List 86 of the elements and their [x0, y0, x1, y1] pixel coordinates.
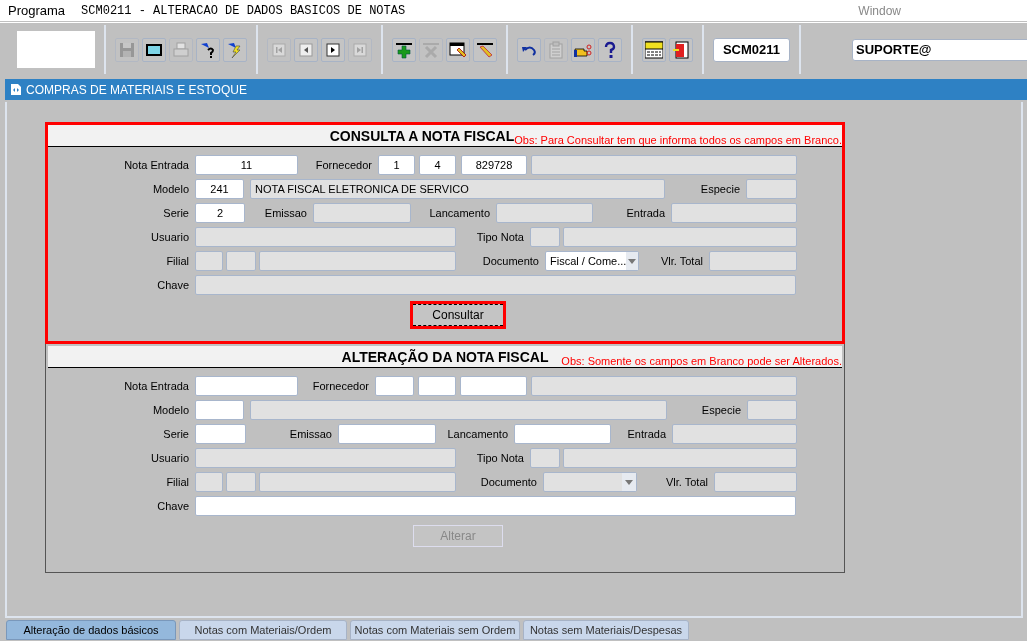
input-field[interactable] [195, 376, 298, 396]
section-title: CONSULTA A NOTA FISCAL [329, 128, 515, 146]
field-label: Serie [162, 207, 189, 219]
field-label: Emissao [263, 207, 307, 219]
section-title: ALTERAÇÃO DA NOTA FISCAL [341, 349, 549, 367]
field-label: Modelo [151, 183, 189, 195]
toolbar-button[interactable] [196, 37, 220, 62]
menu-icon [645, 40, 663, 59]
input-field[interactable]: 4 [419, 155, 456, 175]
input-field[interactable] [418, 376, 456, 396]
field-label: Filial [165, 255, 189, 267]
printer-icon [172, 40, 190, 59]
clipboard-icon [547, 40, 565, 59]
input-field[interactable] [195, 400, 244, 420]
toolbar-button[interactable] [392, 37, 416, 62]
toolbar-button[interactable] [142, 37, 166, 62]
input-field[interactable] [460, 376, 527, 396]
field-label: Fornecedor [311, 380, 369, 392]
input-field[interactable] [338, 424, 436, 444]
field-label: Especie [700, 404, 741, 416]
query-button[interactable]: Consultar [413, 304, 503, 326]
field-label: Usuario [150, 231, 189, 243]
lightning-icon [226, 40, 244, 59]
field-label: Especie [699, 183, 740, 195]
input-field[interactable]: 829728 [461, 155, 527, 175]
field-label: Modelo [151, 404, 189, 416]
flashlight-question-icon [199, 40, 217, 59]
previous-record-icon [297, 40, 315, 59]
input-field[interactable]: 241 [195, 179, 244, 199]
toolbar-button[interactable] [446, 37, 470, 62]
input-field[interactable] [195, 424, 246, 444]
plus-icon [395, 40, 413, 59]
toolbar-button[interactable] [598, 37, 622, 62]
menu-item[interactable]: Programa [8, 3, 66, 18]
field-label: Documento [479, 476, 537, 488]
caret-icon [628, 258, 637, 264]
pencil-icon [476, 40, 494, 59]
field-label: Documento [481, 255, 539, 267]
field-label: Vlr. Total [665, 476, 708, 488]
field-label: Vlr. Total [660, 255, 703, 267]
exit-door-icon [672, 40, 690, 59]
tab[interactable]: Notas com Materiais/Ordem [179, 620, 347, 640]
toolbar-button[interactable] [669, 37, 693, 62]
record-pencil-icon [449, 40, 467, 59]
first-record-icon [270, 40, 288, 59]
tab[interactable]: Alteração de dados básicos [6, 620, 176, 640]
field-label: Nota Entrada [123, 159, 189, 171]
field-label: Nota Entrada [123, 380, 189, 392]
toolbar-button[interactable] [473, 37, 497, 62]
field-label: Tipo Nota [475, 231, 524, 243]
field-label: Fornecedor [314, 159, 372, 171]
input-field[interactable]: 2 [195, 203, 245, 223]
cross-icon [422, 40, 440, 59]
field-label: Usuario [150, 452, 189, 464]
user-field: SUPORTE@ [852, 38, 1027, 61]
form-icon [11, 84, 21, 95]
toolbar-button[interactable] [571, 37, 595, 62]
input-field[interactable]: 11 [195, 155, 298, 175]
field-label: Entrada [625, 207, 665, 219]
section-note: Obs: Para Consultar tem que informa todos os campos em Branco. [514, 134, 842, 146]
menu-item[interactable]: Window [858, 3, 901, 18]
banner-title: COMPRAS DE MATERIAIS E ESTOQUE [26, 82, 247, 97]
next-record-icon [324, 40, 342, 59]
field-label: Filial [165, 476, 189, 488]
toolbar-button[interactable] [517, 37, 541, 62]
field-label: Serie [162, 428, 189, 440]
tab[interactable]: Notas sem Materiais/Despesas [523, 620, 689, 640]
section-note: Obs: Somente os campos em Branco pode ser Alterados. [561, 355, 842, 367]
field-label: Lancamento [446, 428, 508, 440]
field-label: Chave [156, 500, 189, 512]
field-label: Chave [156, 279, 189, 291]
dropdown-field[interactable]: Fiscal / Come... [545, 251, 639, 271]
input-field[interactable]: 1 [378, 155, 415, 175]
input-field[interactable] [375, 376, 414, 396]
field-label: Tipo Nota [475, 452, 524, 464]
input-field[interactable] [195, 496, 796, 516]
tab[interactable]: Notas com Materiais sem Ordem [350, 620, 520, 640]
field-label: Emissao [288, 428, 332, 440]
field-label: Entrada [626, 428, 666, 440]
last-record-icon [351, 40, 369, 59]
input-field[interactable] [514, 424, 611, 444]
caret-icon [625, 479, 633, 485]
field-label: Lancamento [428, 207, 490, 219]
window-title: SCM0211 - ALTERACAO DE DADOS BASICOS DE NOTAS [81, 3, 406, 18]
toolbar-button[interactable] [642, 37, 666, 62]
program-code: SCM0211 [713, 37, 790, 62]
